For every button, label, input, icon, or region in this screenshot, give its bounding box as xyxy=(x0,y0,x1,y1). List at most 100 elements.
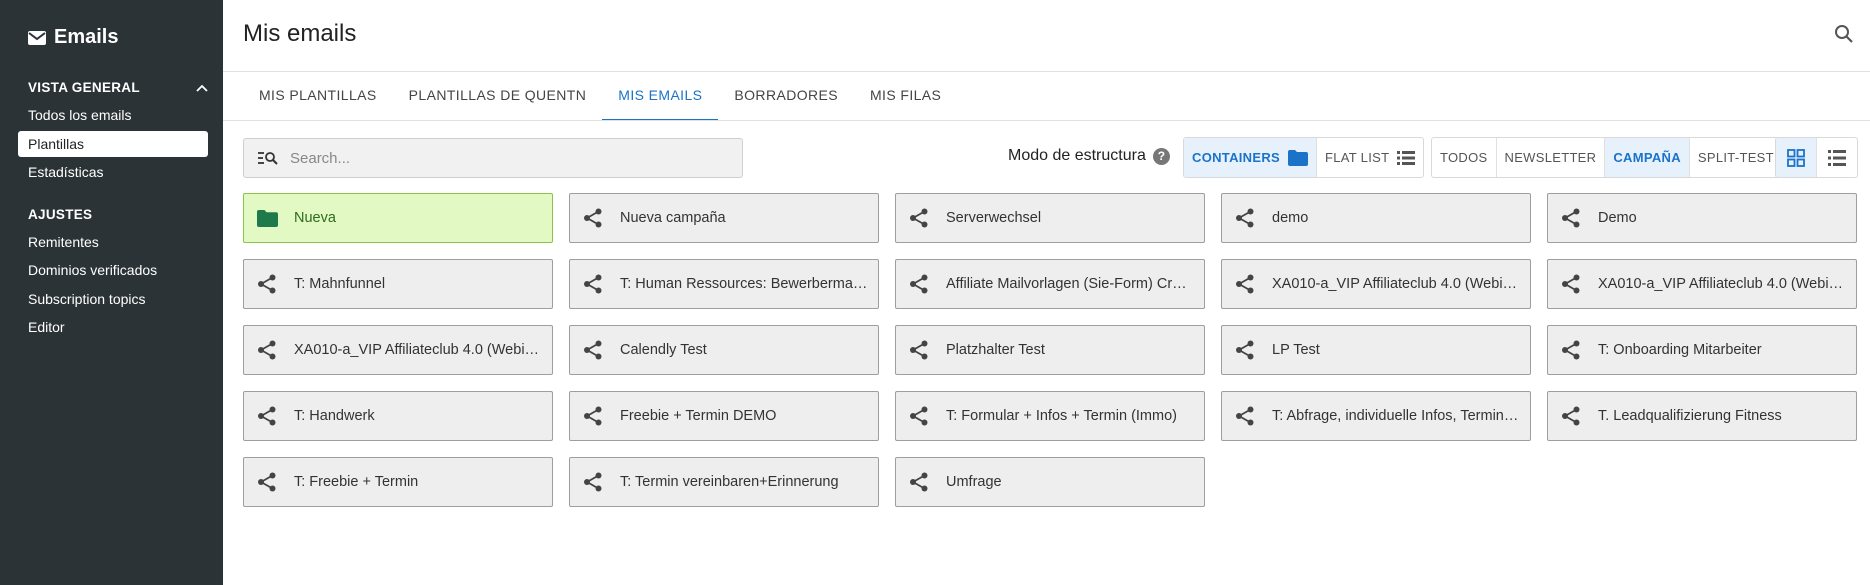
card-label: LP Test xyxy=(1272,342,1320,358)
sidebar-item-plantillas[interactable]: Plantillas xyxy=(18,131,208,157)
sidebar-item-todos-los-emails[interactable]: Todos los emails xyxy=(18,102,208,128)
list-view-button[interactable] xyxy=(1817,138,1857,177)
flat-list-button[interactable]: FLAT LIST xyxy=(1317,138,1423,177)
share-icon-wrap xyxy=(1234,273,1256,295)
email-card[interactable]: Platzhalter Test xyxy=(895,325,1205,375)
email-card[interactable]: T: Handwerk xyxy=(243,391,553,441)
sidebar-item-editor[interactable]: Editor xyxy=(18,314,208,340)
email-card[interactable]: T: Onboarding Mitarbeiter xyxy=(1547,325,1857,375)
share-icon-wrap xyxy=(256,273,278,295)
sidebar-item-dominios-verificados[interactable]: Dominios verificados xyxy=(18,257,208,283)
filter-split-test[interactable]: SPLIT-TEST xyxy=(1690,138,1782,177)
share-icon-wrap xyxy=(1560,339,1582,361)
containers-button[interactable]: CONTAINERS xyxy=(1184,138,1317,177)
tab-borradores[interactable]: BORRADORES xyxy=(718,72,854,121)
email-card[interactable]: T: Formular + Infos + Termin (Immo) xyxy=(895,391,1205,441)
filter-todos[interactable]: TODOS xyxy=(1432,138,1497,177)
filter-newsletter[interactable]: NEWSLETTER xyxy=(1497,138,1606,177)
email-card[interactable]: Calendly Test xyxy=(569,325,879,375)
section-title: VISTA GENERAL xyxy=(28,80,140,95)
email-card[interactable]: XA010-a_VIP Affiliateclub 4.0 (Webinar-M… xyxy=(243,325,553,375)
email-card[interactable]: T: Termin vereinbaren+Erinnerung xyxy=(569,457,879,507)
card-label: demo xyxy=(1272,210,1309,226)
header-search-button[interactable] xyxy=(1834,24,1854,49)
share-icon-wrap xyxy=(908,471,930,493)
tab-mis-emails[interactable]: MIS EMAILS xyxy=(602,72,719,121)
share-icon-wrap xyxy=(582,339,604,361)
share-icon-wrap xyxy=(1560,207,1582,229)
share-icon xyxy=(1562,274,1580,294)
email-card[interactable]: Demo xyxy=(1547,193,1857,243)
email-card[interactable]: T: Abfrage, individuelle Infos, Termin (… xyxy=(1221,391,1531,441)
sidebar-item-remitentes[interactable]: Remitentes xyxy=(18,229,208,255)
email-card[interactable]: T: Mahnfunnel xyxy=(243,259,553,309)
grid-view-button[interactable] xyxy=(1776,138,1817,177)
sidebar-brand[interactable]: Emails xyxy=(28,26,118,49)
tabs-divider xyxy=(223,120,1870,121)
share-icon xyxy=(910,208,928,228)
card-label: T. Leadqualifizierung Fitness xyxy=(1598,408,1782,424)
card-label: Demo xyxy=(1598,210,1637,226)
search-input[interactable] xyxy=(290,149,710,167)
share-icon xyxy=(1562,340,1580,360)
email-card[interactable]: Freebie + Termin DEMO xyxy=(569,391,879,441)
share-icon xyxy=(584,274,602,294)
section-vista-general[interactable]: VISTA GENERAL xyxy=(28,80,208,95)
share-icon-wrap xyxy=(1234,207,1256,229)
share-icon-wrap xyxy=(908,405,930,427)
section-ajustes[interactable]: AJUSTES xyxy=(28,207,208,222)
email-card[interactable]: T: Freebie + Termin xyxy=(243,457,553,507)
card-label: Platzhalter Test xyxy=(946,342,1045,358)
card-label: Umfrage xyxy=(946,474,1002,490)
email-card[interactable]: Umfrage xyxy=(895,457,1205,507)
tab-mis-plantillas[interactable]: MIS PLANTILLAS xyxy=(243,72,393,121)
email-card[interactable]: Nueva campaña xyxy=(569,193,879,243)
brand-label: Emails xyxy=(54,26,119,48)
share-icon-wrap xyxy=(908,207,930,229)
email-card[interactable]: XA010-a_VIP Affiliateclub 4.0 (Webinar-M… xyxy=(1547,259,1857,309)
email-card[interactable]: T: Human Ressources: Bewerbermanagement xyxy=(569,259,879,309)
folder-card[interactable]: Nueva xyxy=(243,193,553,243)
search-icon xyxy=(1835,25,1853,43)
card-label: Serverwechsel xyxy=(946,210,1042,226)
help-icon[interactable]: ? xyxy=(1152,147,1170,165)
share-icon xyxy=(258,406,276,426)
share-icon xyxy=(258,340,276,360)
share-icon xyxy=(584,406,602,426)
card-label: XA010-a_VIP Affiliateclub 4.0 (Webinar-M… xyxy=(294,342,542,358)
structure-mode-text: Modo de estructura xyxy=(1008,147,1146,164)
sidebar-item-subscription-topics[interactable]: Subscription topics xyxy=(18,286,208,312)
chevron-up-icon xyxy=(196,84,208,92)
filter-search-icon xyxy=(258,152,278,165)
share-icon-wrap xyxy=(582,471,604,493)
section-title: AJUSTES xyxy=(28,207,93,222)
tab-plantillas-de-quentn[interactable]: PLANTILLAS DE QUENTN xyxy=(393,72,603,121)
card-label: T: Onboarding Mitarbeiter xyxy=(1598,342,1762,358)
email-card[interactable]: demo xyxy=(1221,193,1531,243)
tab-mis-filas[interactable]: MIS FILAS xyxy=(854,72,957,121)
share-icon xyxy=(584,340,602,360)
folder-icon-wrap xyxy=(256,207,278,229)
email-card[interactable]: LP Test xyxy=(1221,325,1531,375)
share-icon xyxy=(1562,406,1580,426)
card-label: XA010-a_VIP Affiliateclub 4.0 (Webinar-M… xyxy=(1272,276,1520,292)
share-icon xyxy=(910,406,928,426)
share-icon-wrap xyxy=(1560,273,1582,295)
card-label: T: Freebie + Termin xyxy=(294,474,419,490)
grid-view-icon xyxy=(1787,148,1805,167)
sidebar-item-estadisticas[interactable]: Estadísticas xyxy=(18,159,208,185)
type-filter-toggle: TODOS NEWSLETTER CAMPAÑA SPLIT-TEST xyxy=(1431,137,1783,178)
email-card[interactable]: T. Leadqualifizierung Fitness xyxy=(1547,391,1857,441)
card-label: T: Human Ressources: Bewerbermanagement xyxy=(620,276,868,292)
email-card[interactable]: Serverwechsel xyxy=(895,193,1205,243)
share-icon-wrap xyxy=(1560,405,1582,427)
folder-icon xyxy=(1287,149,1308,166)
card-label: Nueva campaña xyxy=(620,210,726,226)
share-icon xyxy=(1562,208,1580,228)
search-field[interactable] xyxy=(243,138,743,178)
filter-campana[interactable]: CAMPAÑA xyxy=(1605,138,1690,177)
share-icon xyxy=(910,274,928,294)
email-card[interactable]: Affiliate Mailvorlagen (Sie-Form) Crazy … xyxy=(895,259,1205,309)
view-mode-toggle xyxy=(1775,137,1858,178)
email-card[interactable]: XA010-a_VIP Affiliateclub 4.0 (Webinar-M… xyxy=(1221,259,1531,309)
